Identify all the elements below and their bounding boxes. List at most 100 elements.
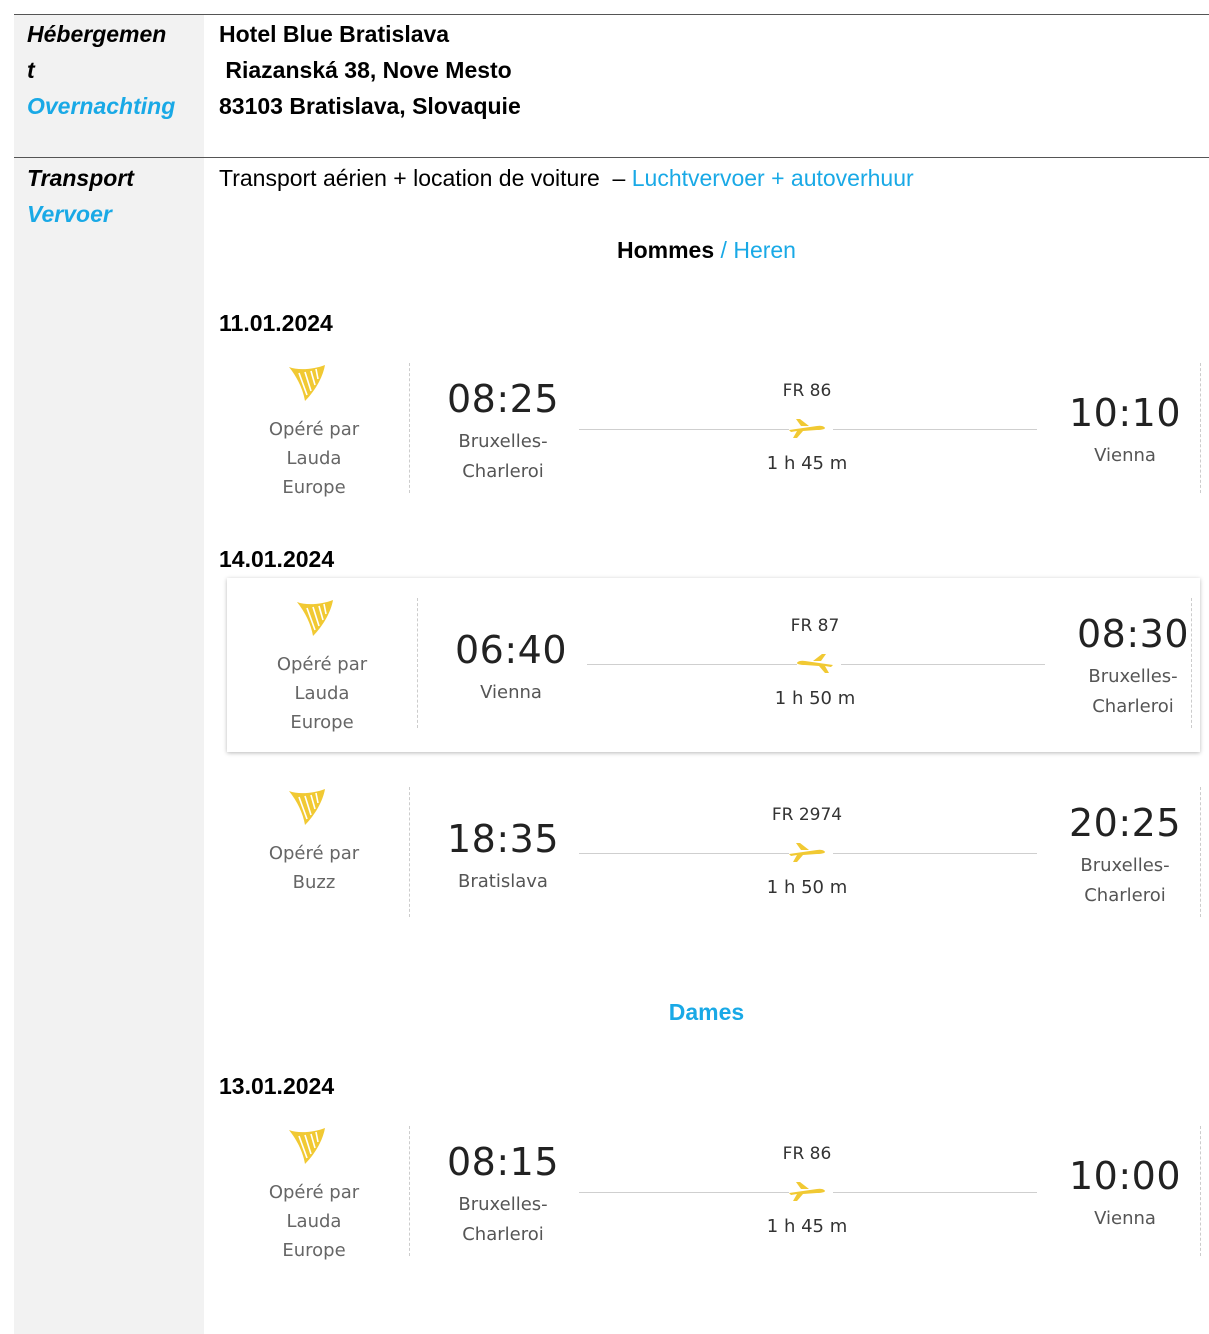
- departure-time: 08:15: [447, 1140, 560, 1184]
- men-title-nl: Heren: [733, 237, 796, 263]
- route-line-left: [579, 853, 789, 854]
- flight-card[interactable]: Opéré par Lauda Europe 08:15 Bruxelles- Charl…: [219, 1106, 1209, 1268]
- departure-time: 18:35: [447, 817, 560, 861]
- plane-icon: [787, 841, 827, 863]
- departure-time: 08:25: [447, 377, 560, 421]
- arrival-time: 08:30: [1076, 612, 1189, 656]
- hotel-city: 83103 Bratislava, Slovaquie: [219, 93, 521, 119]
- airline-block: Opéré par Buzz: [219, 767, 409, 922]
- transport-desc-fr: Transport aérien + location de voiture –: [219, 165, 632, 191]
- flight-duration: 1 h 50 m: [766, 877, 848, 898]
- operator-line: Opéré par: [268, 1182, 360, 1203]
- flight-number: FR 86: [782, 381, 832, 401]
- operator-text: Opéré par Lauda Europe: [227, 650, 417, 737]
- route-line-left: [587, 664, 797, 665]
- operator-line: Europe: [282, 1240, 346, 1261]
- route-line-right: [833, 1192, 1037, 1193]
- flight-number: FR 2974: [771, 805, 843, 825]
- route-line-right: [841, 664, 1045, 665]
- table-row-divider: [14, 157, 1209, 158]
- transport-label-fr: Transport: [27, 165, 134, 191]
- card-separator-right: [1200, 363, 1201, 493]
- date-heading: 13.01.2024: [219, 1073, 335, 1099]
- ryanair-harp-icon: [293, 596, 337, 640]
- arrival-city-line: Vienna: [1094, 1208, 1156, 1229]
- card-separator: [409, 787, 410, 917]
- flight-card[interactable]: Opéré par Lauda Europe 06:40 Vienna FR 87 1 h …: [227, 578, 1200, 752]
- transport-description: Transport aérien + location de voiture –…: [219, 160, 914, 196]
- operator-text: Opéré par Buzz: [219, 839, 409, 897]
- card-separator-right: [1200, 787, 1201, 917]
- women-heading: Dames: [668, 999, 745, 1025]
- accommodation-label-fr: Hébergemen: [27, 21, 167, 47]
- route-line-left: [579, 1192, 789, 1193]
- departure-time: 06:40: [455, 628, 568, 672]
- plane-icon: [787, 417, 827, 439]
- arrival-city-line: Vienna: [1094, 445, 1156, 466]
- plane-icon: [787, 1180, 827, 1202]
- ryanair-harp-icon: [285, 1124, 329, 1168]
- airline-block: Opéré par Lauda Europe: [219, 1106, 409, 1268]
- arrival-city-line: Bruxelles-: [1088, 666, 1178, 687]
- departure-city-line: Bruxelles-: [458, 431, 548, 452]
- flight-card[interactable]: Opéré par Buzz 18:35 Bratislava FR 2974 1 h 5…: [219, 767, 1209, 922]
- arrival-city-line: Bruxelles-: [1080, 855, 1170, 876]
- hotel-street: Riazanská 38, Nove Mesto: [219, 57, 512, 83]
- departure-city-line: Charleroi: [462, 461, 544, 482]
- hotel-address: Hotel Blue Bratislava Riazanská 38, Nove…: [219, 16, 521, 124]
- operator-line: Europe: [282, 477, 346, 498]
- flight-number: FR 87: [790, 616, 840, 636]
- men-title-fr: Hommes: [617, 237, 715, 263]
- route-line-right: [833, 429, 1037, 430]
- airline-block: Opéré par Lauda Europe: [219, 343, 409, 505]
- flight-card[interactable]: Opéré par Lauda Europe 08:25 Bruxelles- Charl…: [219, 343, 1209, 505]
- card-separator-right: [1200, 1126, 1201, 1256]
- departure-city: Bruxelles- Charleroi: [433, 1190, 573, 1250]
- departure-city-line: Charleroi: [462, 1224, 544, 1245]
- arrival-city: Bruxelles- Charleroi: [1055, 851, 1195, 911]
- airline-block: Opéré par Lauda Europe: [227, 578, 417, 752]
- operator-line: Lauda: [294, 683, 350, 704]
- operator-line: Lauda: [286, 448, 342, 469]
- operator-line: Lauda: [286, 1211, 342, 1232]
- departure-city-line: Vienna: [480, 682, 542, 703]
- card-separator: [409, 1126, 410, 1256]
- operator-line: Buzz: [292, 872, 336, 893]
- arrival-time: 20:25: [1068, 801, 1181, 845]
- departure-city: Vienna: [441, 678, 581, 708]
- plane-icon: [795, 652, 835, 674]
- flight-duration: 1 h 50 m: [774, 688, 856, 709]
- card-separator: [409, 363, 410, 493]
- arrival-city-line: Charleroi: [1092, 696, 1174, 717]
- operator-line: Opéré par: [276, 654, 368, 675]
- transport-desc-nl: Luchtvervoer + autoverhuur: [631, 165, 914, 191]
- accommodation-label-nl: Overnachting: [27, 93, 176, 119]
- date-heading: 14.01.2024: [219, 546, 335, 572]
- flight-number: FR 86: [782, 1144, 832, 1164]
- ryanair-harp-icon: [285, 785, 329, 829]
- departure-city-line: Bratislava: [458, 871, 548, 892]
- arrival-city: Bruxelles- Charleroi: [1063, 662, 1203, 722]
- route-line-right: [833, 853, 1037, 854]
- transport-label-nl: Vervoer: [27, 201, 112, 227]
- route-line-left: [579, 429, 789, 430]
- flight-duration: 1 h 45 m: [766, 453, 848, 474]
- arrival-city: Vienna: [1055, 1204, 1195, 1234]
- arrival-time: 10:10: [1068, 391, 1181, 435]
- hotel-name: Hotel Blue Bratislava: [219, 21, 450, 47]
- departure-city: Bruxelles- Charleroi: [433, 427, 573, 487]
- operator-text: Opéré par Lauda Europe: [219, 415, 409, 502]
- operator-line: Opéré par: [268, 843, 360, 864]
- operator-line: Opéré par: [268, 419, 360, 440]
- flight-duration: 1 h 45 m: [766, 1216, 848, 1237]
- ryanair-harp-icon: [285, 361, 329, 405]
- card-separator: [417, 598, 418, 728]
- departure-city-line: Bruxelles-: [458, 1194, 548, 1215]
- table-border-top: [14, 14, 1209, 15]
- arrival-city: Vienna: [1055, 441, 1195, 471]
- accommodation-label-fr-cont: t: [27, 57, 35, 83]
- arrival-time: 10:00: [1068, 1154, 1181, 1198]
- men-heading: Hommes / Heren: [204, 232, 1209, 268]
- arrival-city-line: Charleroi: [1084, 885, 1166, 906]
- men-sep: /: [714, 237, 734, 263]
